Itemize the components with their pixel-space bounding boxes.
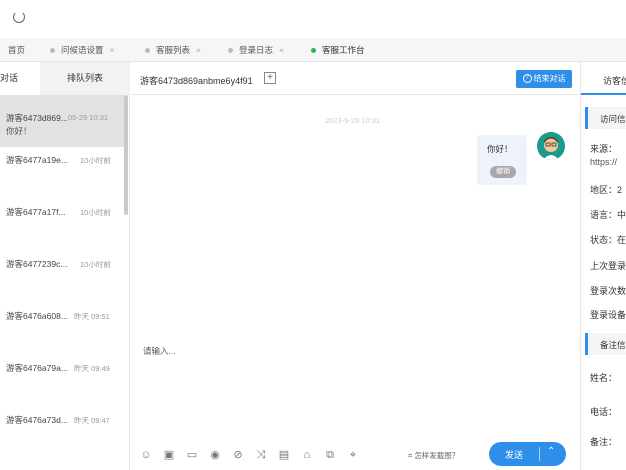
- sidebar-tabs: 对话 排队列表: [0, 62, 130, 95]
- copy-icon[interactable]: ⧉: [323, 448, 337, 462]
- session-time: 10小时前: [80, 208, 111, 217]
- tab-home[interactable]: 首页: [8, 38, 25, 62]
- tab-queue[interactable]: 排队列表: [40, 62, 130, 95]
- session-time: 昨天 09:47: [74, 416, 110, 425]
- tab-bar: 首页 问候语设置 × 客服列表 × 登录日志 × 客服工作台: [0, 38, 626, 62]
- session-sidebar: 对话 排队列表 游客6473d869... 05-29 10:31 你好！ 游客…: [0, 62, 130, 470]
- help-circle-icon: ?: [522, 74, 532, 84]
- language-field: 语言：中: [590, 210, 626, 220]
- folder-icon[interactable]: ▭: [185, 448, 199, 462]
- section-remark-info: 备注信息: [585, 333, 626, 355]
- session-time: 昨天 09:51: [74, 312, 110, 321]
- session-item[interactable]: 游客6477239c... 10小时前: [0, 241, 124, 293]
- tab-dot-icon: [311, 48, 316, 54]
- last-login-field: 上次登录: [590, 261, 626, 271]
- session-time: 昨天 09:49: [74, 364, 110, 373]
- tab-login-log[interactable]: 登录日志 ×: [228, 38, 284, 62]
- source-value: https://: [590, 157, 618, 167]
- revoke-button[interactable]: 撤销: [490, 166, 516, 178]
- chat-messages: 2023-5-29 10:31 你好！ 撤销: [131, 96, 580, 340]
- tab-agent-list[interactable]: 客服列表 ×: [145, 38, 201, 62]
- source-label: 来源：: [590, 144, 618, 154]
- visitor-info-panel: 访客信息 访问信息 来源： https:// 地区：2 语言：中 状态：在 上次…: [580, 62, 626, 470]
- message-input-area[interactable]: 请输入... ☺ ▣ ▭ ◉ ⊘ ⤨ ▤ ⌂ ⧉ ⌖ ⌗ 怎样发截图？ 发送 ⌃: [131, 340, 580, 470]
- session-name: 游客6473d869...: [6, 113, 68, 123]
- message-input[interactable]: 请输入...: [143, 345, 176, 357]
- add-icon[interactable]: +: [264, 72, 276, 84]
- tab-dot-icon: [228, 48, 233, 54]
- region-field: 地区：2: [590, 185, 623, 195]
- emoji-icon[interactable]: ☺: [139, 448, 153, 462]
- status-field: 状态：在: [590, 235, 626, 245]
- audio-icon[interactable]: ◉: [208, 448, 222, 462]
- session-name: 游客6476a73d...: [6, 415, 68, 425]
- session-time: 10小时前: [80, 156, 111, 165]
- name-label: 姓名：: [590, 373, 618, 383]
- message-bubble: 你好！ 撤销: [477, 135, 527, 185]
- session-time: 05-29 10:31: [68, 113, 109, 122]
- phone-label: 电话：: [590, 407, 618, 417]
- document-icon[interactable]: ▤: [277, 448, 291, 462]
- message-text: 你好！: [487, 144, 513, 154]
- screenshot-help-link[interactable]: ⌗ 怎样发截图？: [408, 450, 459, 461]
- tab-agent-workbench[interactable]: 客服工作台: [311, 38, 365, 62]
- session-name: 游客6476a79a...: [6, 363, 68, 373]
- session-name: 游客6477a19e...: [6, 155, 68, 165]
- message-date: 2023-5-29 10:31: [325, 116, 381, 125]
- session-item[interactable]: 游客6476a73d... 昨天 09:47: [0, 397, 124, 449]
- remark-label: 备注：: [590, 437, 618, 447]
- refresh-icon[interactable]: [13, 11, 25, 23]
- close-icon[interactable]: ×: [279, 45, 284, 55]
- location-icon[interactable]: ⌖: [346, 448, 360, 462]
- session-name: 游客6476a608...: [6, 311, 68, 321]
- login-device-field: 登录设备: [590, 310, 626, 320]
- home-icon[interactable]: ⌂: [300, 448, 314, 462]
- end-chat-button[interactable]: ? 结束对话: [516, 70, 572, 88]
- chat-title: 游客6473d869anbme6y4f91: [140, 76, 253, 86]
- login-count-field: 登录次数: [590, 286, 626, 296]
- chat-header: 游客6473d869anbme6y4f91 + ? 结束对话: [131, 62, 580, 95]
- session-item[interactable]: 游客6476a79a... 昨天 09:49: [0, 345, 124, 397]
- close-icon[interactable]: ×: [196, 45, 201, 55]
- chevron-up-icon[interactable]: ⌃: [547, 446, 555, 457]
- top-bar: [0, 0, 626, 38]
- avatar: [537, 132, 565, 160]
- block-icon[interactable]: ⊘: [231, 448, 245, 462]
- tab-chat[interactable]: 对话: [0, 62, 40, 95]
- image-icon[interactable]: ▣: [162, 448, 176, 462]
- session-name: 游客6477a17f...: [6, 207, 66, 217]
- transfer-icon[interactable]: ⤨: [254, 448, 268, 462]
- tab-dot-icon: [145, 48, 150, 54]
- close-icon[interactable]: ×: [110, 45, 115, 55]
- session-item[interactable]: 游客6477a17f... 10小时前: [0, 189, 124, 241]
- session-item[interactable]: 游客6477a19e... 10小时前: [0, 137, 124, 189]
- sidebar-scrollbar[interactable]: [124, 95, 128, 215]
- tab-dot-icon: [50, 48, 55, 54]
- send-button[interactable]: 发送 ⌃: [489, 442, 566, 466]
- session-item[interactable]: 游客6476a608... 昨天 09:51: [0, 293, 124, 345]
- session-preview: 你好！: [6, 126, 32, 136]
- tab-greeting-settings[interactable]: 问候语设置 ×: [50, 38, 114, 62]
- session-time: 10小时前: [80, 260, 111, 269]
- tab-visitor-info[interactable]: 访客信息: [581, 62, 626, 95]
- section-visit-info: 访问信息: [585, 107, 626, 129]
- session-name: 游客6477239c...: [6, 259, 68, 269]
